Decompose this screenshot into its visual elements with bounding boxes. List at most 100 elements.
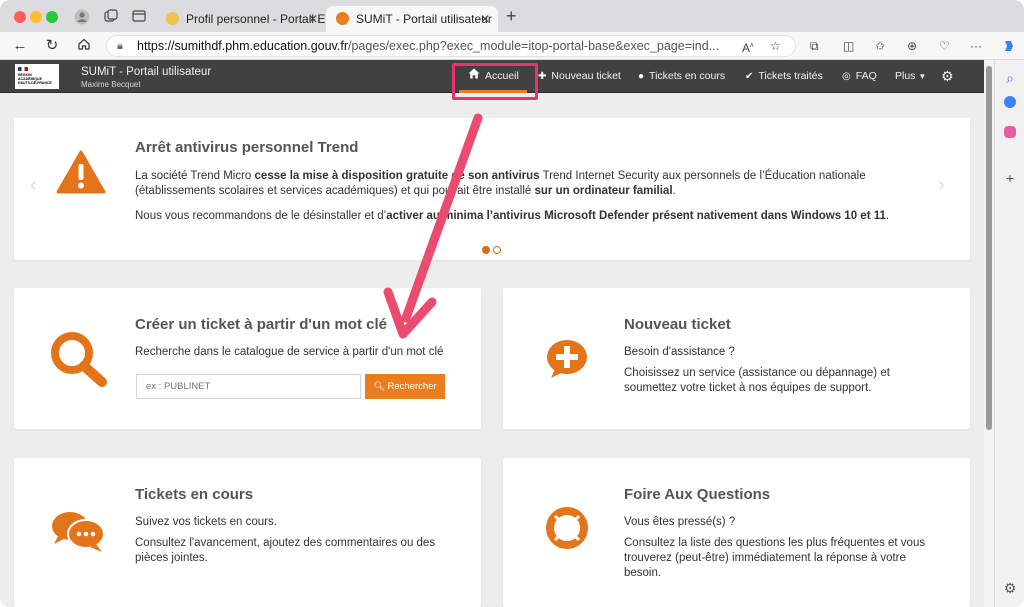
carousel-prev-icon[interactable]: ‹ bbox=[30, 174, 37, 197]
address-bar[interactable]: 🔒︎ https://sumithdf.phm.education.gouv.f… bbox=[106, 35, 796, 57]
announcement-paragraph-1: La société Trend Micro cesse la mise à d… bbox=[135, 169, 935, 199]
menu-label: Tickets traités bbox=[758, 70, 823, 82]
url-host: https://sumithdf.phm.education.gouv.fr bbox=[137, 39, 348, 53]
plus-bubble-icon bbox=[545, 338, 589, 385]
announcement-carousel: ‹ › Arrêt antivirus personnel Trend La s… bbox=[14, 118, 970, 260]
favorites-icon[interactable]: ✩ bbox=[875, 39, 885, 53]
tile-title: Nouveau ticket bbox=[624, 316, 731, 333]
back-icon[interactable]: ← bbox=[11, 37, 29, 55]
tab-title: SUMiT - Portail utilisateur bbox=[356, 12, 492, 26]
caret-down-icon: ▼ bbox=[918, 72, 927, 81]
reload-icon[interactable]: ↻ bbox=[43, 37, 61, 55]
search-sidebar-icon[interactable]: ⌕ bbox=[1002, 70, 1018, 86]
menu-label: Tickets en cours bbox=[649, 70, 726, 82]
zoom-window-button[interactable] bbox=[46, 11, 58, 23]
tile-line-2: Choisissez un service (assistance ou dép… bbox=[624, 367, 890, 394]
carousel-dot-active[interactable] bbox=[482, 246, 490, 254]
warning-icon bbox=[56, 150, 106, 199]
faq-tile[interactable]: Foire Aux Questions Vous êtes pressé(s) … bbox=[503, 458, 970, 607]
scrollbar-thumb[interactable] bbox=[986, 66, 992, 430]
tab-actions-icon[interactable] bbox=[131, 9, 147, 25]
close-tab-icon[interactable]: ✕ bbox=[308, 6, 318, 32]
tile-line-1: Besoin d'assistance ? bbox=[624, 346, 735, 358]
close-window-button[interactable] bbox=[14, 11, 26, 23]
search-button[interactable]: 🔍︎ Rechercher bbox=[365, 374, 445, 399]
edge-sidebar: ⌕ + ⚙ bbox=[994, 60, 1024, 607]
portal-title: SUMiT - Portail utilisateur bbox=[81, 66, 212, 78]
designer-sidebar-icon[interactable] bbox=[1004, 126, 1016, 138]
marianne-flag-icon bbox=[18, 67, 28, 71]
search-icon: 🔍︎ bbox=[373, 381, 385, 391]
menu-plus[interactable]: Plus ▼ bbox=[895, 60, 926, 93]
copilot-icon[interactable] bbox=[1002, 39, 1016, 56]
profile-icon[interactable] bbox=[74, 9, 90, 25]
menu-nouveau-ticket[interactable]: ✚ Nouveau ticket bbox=[538, 60, 621, 93]
new-tab-icon[interactable]: + bbox=[506, 6, 517, 27]
text-run: Nous vous recommandons de le désinstalle… bbox=[135, 210, 387, 222]
favorite-star-icon[interactable]: ☆ bbox=[770, 39, 781, 53]
workspaces-icon[interactable] bbox=[103, 9, 119, 25]
plus-bubble-icon: ✚ bbox=[538, 71, 547, 82]
tile-title: Tickets en cours bbox=[135, 486, 254, 503]
lifebuoy-icon bbox=[545, 506, 589, 555]
open-tickets-tile[interactable]: Tickets en cours Suivez vos tickets en c… bbox=[14, 458, 481, 607]
collections-icon[interactable]: ⊕ bbox=[907, 39, 917, 53]
more-menu-icon[interactable]: ··· bbox=[970, 39, 982, 53]
read-aloud-icon[interactable]: Aʌ bbox=[742, 39, 754, 55]
split-screen-icon[interactable]: ◫ bbox=[843, 39, 854, 53]
carousel-next-icon[interactable]: › bbox=[938, 174, 945, 197]
tab-profil-personnel[interactable]: Profil personnel - Portail E ✕ bbox=[156, 6, 326, 32]
extensions-icon[interactable]: ⧉ bbox=[810, 39, 819, 53]
logo-text: RÉGION ACADÉMIQUE HAUTS-DE-FRANCE bbox=[18, 73, 52, 85]
tile-line-2: Consultez l'avancement, ajoutez des comm… bbox=[135, 537, 436, 564]
menu-tickets-en-cours[interactable]: ● Tickets en cours bbox=[638, 60, 725, 93]
copilot-sidebar-icon[interactable] bbox=[1004, 96, 1016, 108]
new-ticket-tile[interactable]: Nouveau ticket Besoin d'assistance ? Cho… bbox=[503, 288, 970, 429]
lifebuoy-icon: ◎ bbox=[842, 71, 851, 82]
keyword-search-input[interactable] bbox=[136, 374, 361, 399]
announcement-title: Arrêt antivirus personnel Trend bbox=[135, 139, 359, 156]
settings-gears-icon[interactable]: ⚙ bbox=[941, 60, 954, 93]
text-run-bold: sur un ordinateur familial bbox=[534, 185, 673, 197]
portal-favicon-icon bbox=[166, 12, 179, 25]
keyword-ticket-tile: Créer un ticket à partir d'un mot clé Re… bbox=[14, 288, 481, 429]
menu-faq[interactable]: ◎ FAQ bbox=[842, 60, 877, 93]
chat-bubbles-icon: ● bbox=[638, 71, 645, 82]
academy-logo[interactable]: RÉGION ACADÉMIQUE HAUTS-DE-FRANCE bbox=[15, 64, 59, 89]
tile-line-1: Vous êtes pressé(s) ? bbox=[624, 516, 736, 528]
add-sidebar-icon[interactable]: + bbox=[1002, 170, 1018, 186]
chat-bubbles-icon bbox=[50, 510, 106, 559]
sumit-favicon-icon bbox=[336, 12, 349, 25]
accueil-highlight-box bbox=[452, 63, 538, 100]
check-bubble-icon: ✔ bbox=[745, 71, 754, 82]
portal-page: RÉGION ACADÉMIQUE HAUTS-DE-FRANCE SUMiT … bbox=[0, 60, 984, 607]
announcement-paragraph-2: Nous vous recommandons de le désinstalle… bbox=[135, 209, 955, 224]
portal-user-name: Maxime Becquet bbox=[81, 80, 141, 89]
home-icon[interactable] bbox=[75, 37, 93, 56]
menu-tickets-traites[interactable]: ✔ Tickets traités bbox=[745, 60, 823, 93]
text-run-bold: cesse la mise à disposition gratuite de … bbox=[254, 170, 540, 182]
carousel-dot[interactable] bbox=[493, 246, 501, 254]
address-toolbar: ← ↻ 🔒︎ https://sumithdf.phm.education.go… bbox=[0, 32, 1024, 60]
text-run: . bbox=[885, 210, 890, 222]
magnifier-icon bbox=[48, 330, 110, 393]
tile-description: Recherche dans le catalogue de service à… bbox=[135, 346, 444, 358]
browser-window: Profil personnel - Portail E ✕ SUMiT - P… bbox=[0, 0, 1024, 607]
tile-line-2: Consultez la liste des questions les plu… bbox=[624, 537, 926, 579]
menu-label: Nouveau ticket bbox=[551, 70, 621, 82]
tile-line-1: Suivez vos tickets en cours. bbox=[135, 516, 277, 528]
text-run-bold: activer au minima l’antivirus Microsoft … bbox=[386, 210, 886, 222]
tab-bar: Profil personnel - Portail E ✕ SUMiT - P… bbox=[0, 0, 1024, 34]
browser-essentials-icon[interactable]: ♡ bbox=[939, 39, 950, 53]
tab-sumit-portail[interactable]: SUMiT - Portail utilisateur ✕ bbox=[326, 6, 498, 32]
url-path: /pages/exec.php?exec_module=itop-portal-… bbox=[348, 39, 720, 53]
tab-title: Profil personnel - Portail E bbox=[186, 12, 326, 26]
lock-icon: 🔒︎ bbox=[117, 40, 123, 52]
minimize-window-button[interactable] bbox=[30, 11, 42, 23]
menu-label: FAQ bbox=[855, 70, 877, 82]
tile-title: Foire Aux Questions bbox=[624, 486, 771, 503]
text-run: La société Trend Micro bbox=[135, 170, 255, 182]
sidebar-settings-icon[interactable]: ⚙ bbox=[1002, 580, 1018, 596]
close-tab-icon[interactable]: ✕ bbox=[480, 6, 490, 32]
text-run: . bbox=[672, 185, 676, 197]
